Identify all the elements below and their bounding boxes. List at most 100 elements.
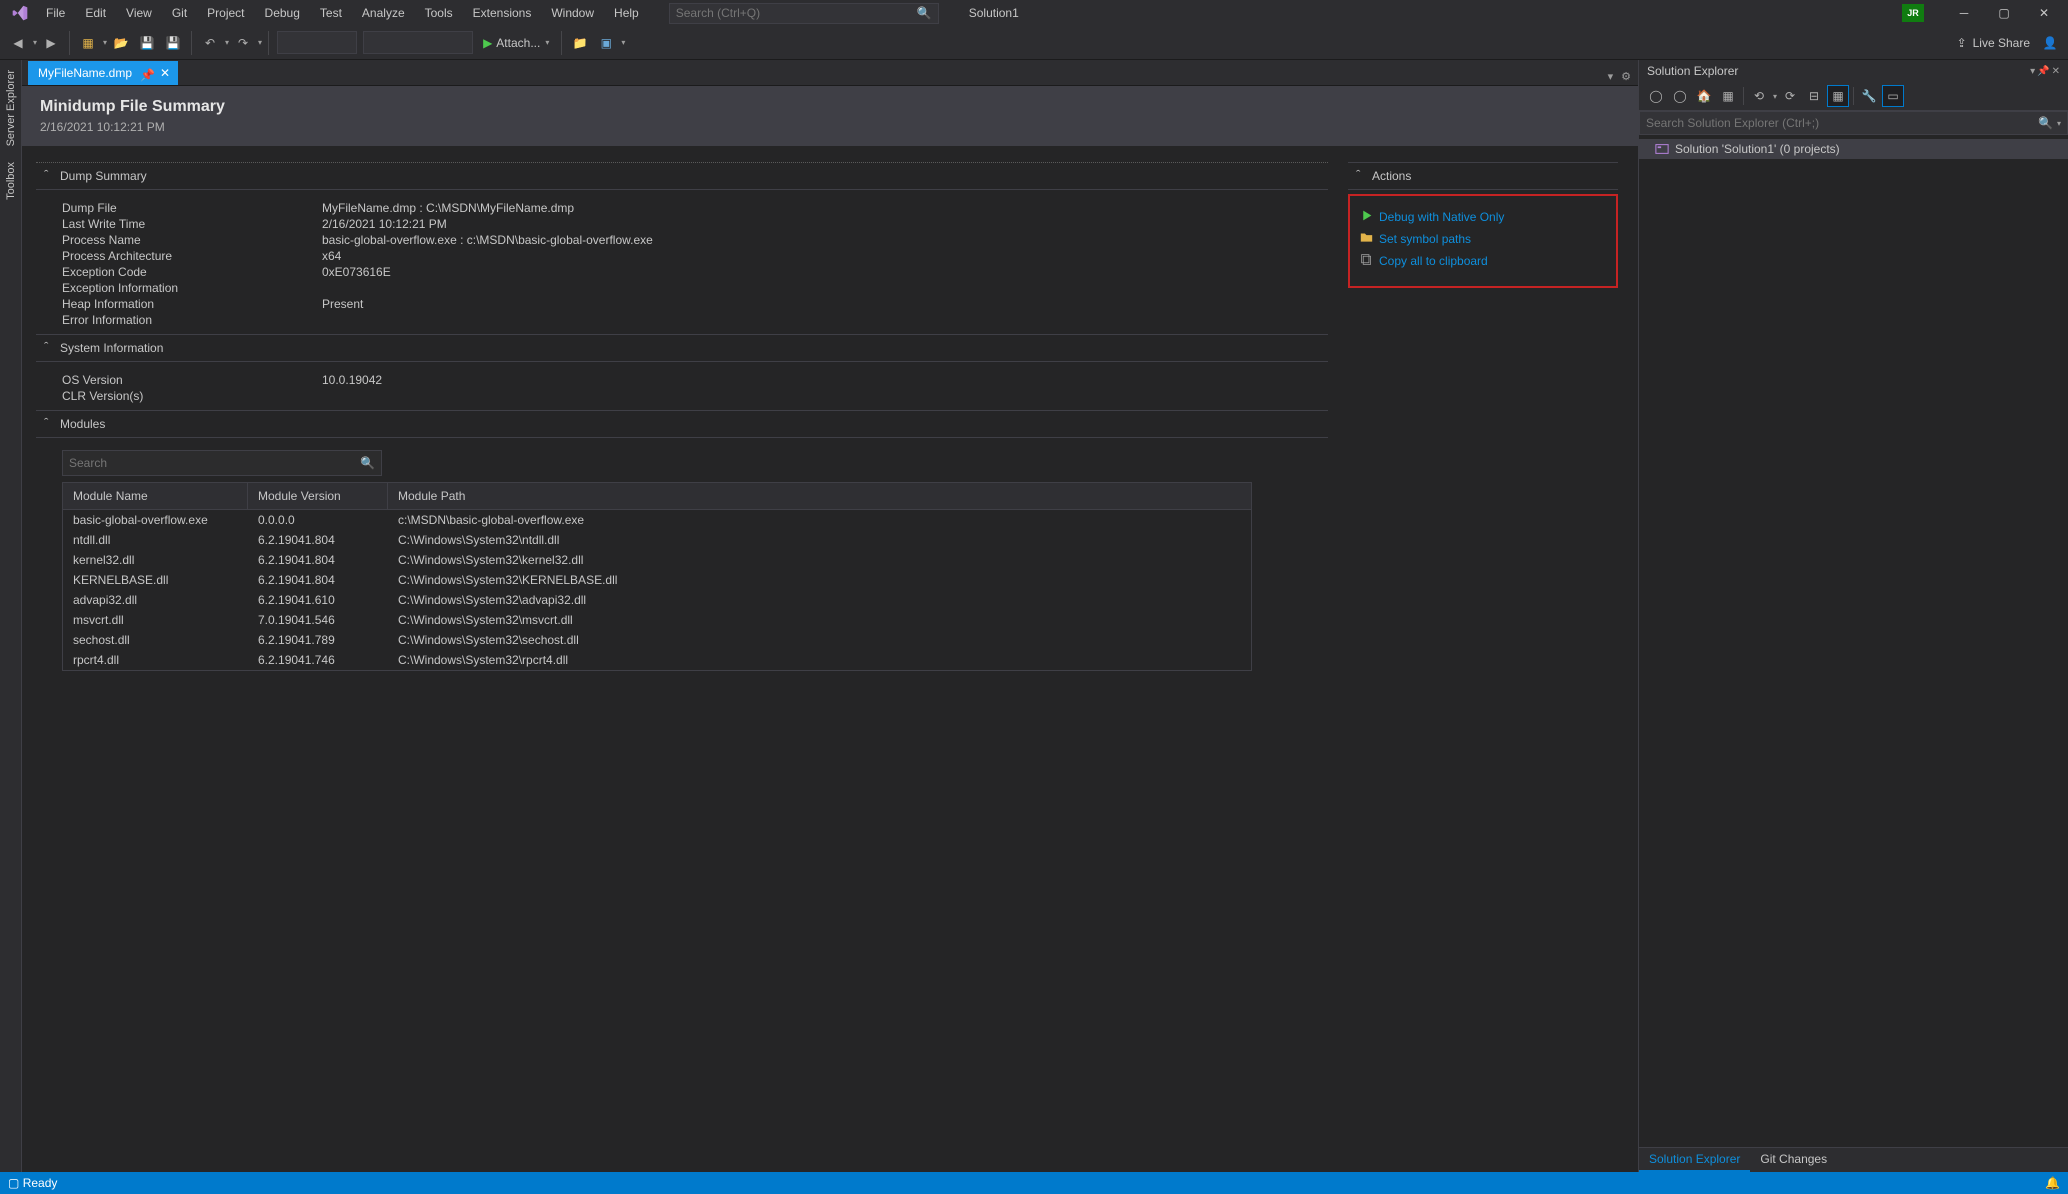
se-show-all-button[interactable]: ▦: [1827, 85, 1849, 107]
tab-overflow-button[interactable]: ▾: [1605, 68, 1617, 85]
action-copy-all-to-clipboard[interactable]: Copy all to clipboard: [1360, 250, 1606, 272]
menu-file[interactable]: File: [36, 2, 75, 24]
platform-combo[interactable]: [363, 31, 473, 54]
section-actions[interactable]: Actions: [1348, 162, 1618, 190]
summary-row: Heap InformationPresent: [62, 296, 1328, 312]
toolbar-button[interactable]: ▣: [594, 31, 618, 55]
document-tab[interactable]: MyFileName.dmp 📌 ✕: [28, 61, 178, 85]
toolbar-user-button[interactable]: 👤: [2038, 31, 2062, 55]
module-row[interactable]: basic-global-overflow.exe0.0.0.0c:\MSDN\…: [63, 510, 1251, 530]
module-name: sechost.dll: [63, 630, 248, 650]
menu-help[interactable]: Help: [604, 2, 649, 24]
config-combo[interactable]: [277, 31, 357, 54]
module-row[interactable]: ntdll.dll6.2.19041.804C:\Windows\System3…: [63, 530, 1251, 550]
separator: [191, 31, 192, 55]
se-home-button[interactable]: 🏠: [1693, 85, 1715, 107]
section-modules[interactable]: Modules: [36, 410, 1328, 438]
module-version: 6.2.19041.804: [248, 530, 388, 550]
section-system-info[interactable]: System Information: [36, 334, 1328, 362]
col-module-version[interactable]: Module Version: [248, 483, 388, 509]
se-preview-button[interactable]: ▭: [1882, 85, 1904, 107]
save-all-button[interactable]: 💾: [161, 31, 185, 55]
minimize-button[interactable]: ─: [1944, 0, 1984, 26]
se-search-box[interactable]: 🔍▾: [1639, 111, 2068, 135]
se-collapse-button[interactable]: ⊟: [1803, 85, 1825, 107]
panel-dropdown-button[interactable]: ▾: [2030, 66, 2035, 77]
user-badge[interactable]: JR: [1902, 4, 1924, 22]
menu-analyze[interactable]: Analyze: [352, 2, 415, 24]
summary-row: Dump FileMyFileName.dmp : C:\MSDN\MyFile…: [62, 200, 1328, 216]
solution-explorer-panel: Solution Explorer ▾ 📌 ✕ ◯ ◯ 🏠 ▦ ⟲▾ ⟳ ⊟ ▦…: [1638, 60, 2068, 1172]
menu-test[interactable]: Test: [310, 2, 352, 24]
rail-tab-server-explorer[interactable]: Server Explorer: [3, 66, 19, 150]
module-row[interactable]: kernel32.dll6.2.19041.804C:\Windows\Syst…: [63, 550, 1251, 570]
summary-key: Exception Code: [62, 265, 322, 279]
main-toolbar: ◀▾ ▶ ▦▾ 📂 💾 💾 ↶▾ ↷▾ ▶ Attach... ▾ 📁 ▣ ▾ …: [0, 26, 2068, 60]
action-set-symbol-paths[interactable]: Set symbol paths: [1360, 228, 1606, 250]
menu-project[interactable]: Project: [197, 2, 254, 24]
summary-row: Exception Code0xE073616E: [62, 264, 1328, 280]
menu-view[interactable]: View: [116, 2, 162, 24]
solution-root-node[interactable]: Solution 'Solution1' (0 projects): [1639, 139, 2068, 159]
se-switch-views-button[interactable]: ▦: [1717, 85, 1739, 107]
tab-title: MyFileName.dmp: [38, 66, 132, 80]
menu-window[interactable]: Window: [541, 2, 604, 24]
open-button[interactable]: 📂: [109, 31, 133, 55]
module-row[interactable]: msvcrt.dll7.0.19041.546C:\Windows\System…: [63, 610, 1251, 630]
nav-forward-button[interactable]: ▶: [39, 31, 63, 55]
summary-row: Exception Information: [62, 280, 1328, 296]
col-module-path[interactable]: Module Path: [388, 483, 1251, 509]
section-dump-summary[interactable]: Dump Summary: [36, 162, 1328, 190]
module-version: 0.0.0.0: [248, 510, 388, 530]
live-share-button[interactable]: ⇪ Live Share: [1957, 36, 2030, 50]
tab-settings-button[interactable]: ⚙: [1618, 68, 1634, 85]
panel-title: Solution Explorer: [1647, 64, 1738, 78]
nav-back-button[interactable]: ◀: [6, 31, 30, 55]
panel-close-button[interactable]: ✕: [2052, 66, 2060, 77]
menu-edit[interactable]: Edit: [75, 2, 116, 24]
se-properties-button[interactable]: 🔧: [1858, 85, 1880, 107]
attach-button[interactable]: ▶ Attach... ▾: [477, 36, 555, 50]
panel-pin-button[interactable]: 📌: [2037, 66, 2049, 77]
redo-button[interactable]: ↷: [231, 31, 255, 55]
menu-debug[interactable]: Debug: [255, 2, 310, 24]
left-tool-rail: Server Explorer Toolbox: [0, 60, 22, 1172]
close-tab-button[interactable]: ✕: [158, 66, 172, 80]
module-row[interactable]: sechost.dll6.2.19041.789C:\Windows\Syste…: [63, 630, 1251, 650]
se-forward-button[interactable]: ◯: [1669, 85, 1691, 107]
new-item-button[interactable]: ▦: [76, 31, 100, 55]
close-window-button[interactable]: ✕: [2024, 0, 2064, 26]
quick-search-input[interactable]: [676, 6, 917, 20]
notifications-icon[interactable]: 🔔: [2045, 1176, 2060, 1190]
panel-tab-solution-explorer[interactable]: Solution Explorer: [1639, 1148, 1750, 1172]
modules-table-header: Module Name Module Version Module Path: [63, 483, 1251, 510]
se-search-input[interactable]: [1646, 116, 2038, 130]
summary-row: Process Architecturex64: [62, 248, 1328, 264]
copy-icon: [1360, 253, 1373, 269]
menu-git[interactable]: Git: [162, 2, 197, 24]
toolbar-button[interactable]: 📁: [568, 31, 592, 55]
module-version: 6.2.19041.804: [248, 550, 388, 570]
action-debug-with-native-only[interactable]: Debug with Native Only: [1360, 206, 1606, 228]
modules-search-input[interactable]: [69, 456, 360, 470]
module-row[interactable]: advapi32.dll6.2.19041.610C:\Windows\Syst…: [63, 590, 1251, 610]
modules-table: Module Name Module Version Module Path b…: [62, 482, 1252, 671]
module-row[interactable]: rpcrt4.dll6.2.19041.746C:\Windows\System…: [63, 650, 1251, 670]
menu-extensions[interactable]: Extensions: [463, 2, 542, 24]
se-toolbar: ◯ ◯ 🏠 ▦ ⟲▾ ⟳ ⊟ ▦ 🔧 ▭: [1639, 82, 2068, 111]
pin-icon[interactable]: 📌: [140, 68, 150, 78]
maximize-button[interactable]: ▢: [1984, 0, 2024, 26]
action-label: Debug with Native Only: [1379, 210, 1504, 224]
quick-search-box[interactable]: 🔍: [669, 3, 939, 24]
rail-tab-toolbox[interactable]: Toolbox: [3, 158, 19, 204]
modules-search-box[interactable]: 🔍: [62, 450, 382, 476]
save-button[interactable]: 💾: [135, 31, 159, 55]
module-row[interactable]: KERNELBASE.dll6.2.19041.804C:\Windows\Sy…: [63, 570, 1251, 590]
se-refresh-button[interactable]: ⟳: [1779, 85, 1801, 107]
undo-button[interactable]: ↶: [198, 31, 222, 55]
menu-tools[interactable]: Tools: [415, 2, 463, 24]
col-module-name[interactable]: Module Name: [63, 483, 248, 509]
se-back-button[interactable]: ◯: [1645, 85, 1667, 107]
se-sync-button[interactable]: ⟲: [1748, 85, 1770, 107]
panel-tab-git-changes[interactable]: Git Changes: [1750, 1148, 1837, 1172]
